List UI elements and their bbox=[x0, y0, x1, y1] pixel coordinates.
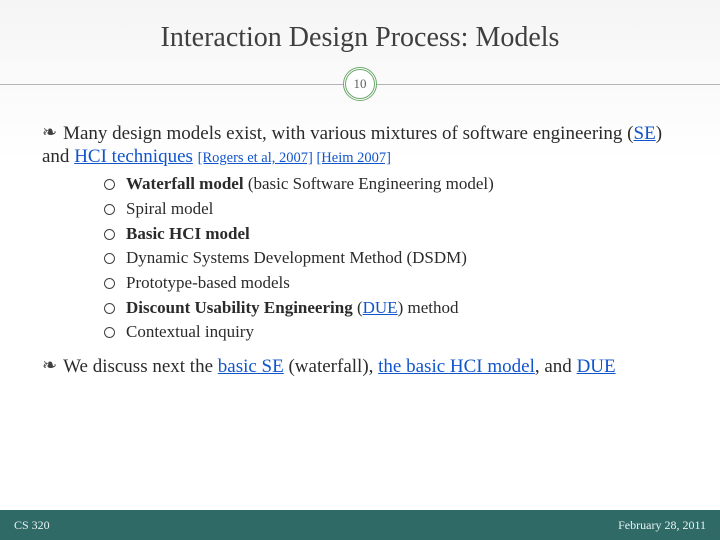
intro-text-1: Many design models exist, with various m… bbox=[63, 123, 633, 144]
link-due[interactable]: DUE bbox=[363, 298, 398, 317]
list-item: Prototype-based models bbox=[104, 271, 682, 296]
link-due-2[interactable]: DUE bbox=[577, 356, 616, 377]
li-bold: Discount Usability Engineering bbox=[126, 298, 353, 317]
page-number-badge: 10 bbox=[343, 67, 377, 101]
li-text: Spiral model bbox=[126, 199, 213, 218]
footer-bar: CS 320 February 28, 2011 bbox=[0, 510, 720, 540]
closing-text-2: (waterfall), bbox=[284, 356, 378, 377]
li-post: (basic Software Engineering model) bbox=[244, 174, 494, 193]
link-hci-techniques[interactable]: HCI techniques bbox=[74, 146, 193, 167]
link-basic-se[interactable]: basic SE bbox=[218, 356, 284, 377]
li-post2: ) method bbox=[398, 298, 459, 317]
leaf-bullet-icon: ❧ bbox=[42, 122, 57, 144]
li-text: Dynamic Systems Development Method (DSDM… bbox=[126, 248, 467, 267]
li-text: Contextual inquiry bbox=[126, 322, 254, 341]
li-post: ( bbox=[353, 298, 363, 317]
slide-body: ❧ Many design models exist, with various … bbox=[0, 122, 720, 378]
leaf-bullet-icon: ❧ bbox=[42, 355, 57, 377]
intro-paragraph: ❧ Many design models exist, with various … bbox=[42, 122, 682, 168]
list-item: Contextual inquiry bbox=[104, 320, 682, 345]
li-bold: Waterfall model bbox=[126, 174, 244, 193]
closing-text-3: , and bbox=[535, 356, 577, 377]
list-item: Basic HCI model bbox=[104, 222, 682, 247]
li-bold: Basic HCI model bbox=[126, 224, 250, 243]
closing-paragraph: ❧ We discuss next the basic SE (waterfall… bbox=[42, 355, 682, 378]
citation-heim[interactable]: [Heim 2007] bbox=[316, 150, 391, 166]
li-text: Prototype-based models bbox=[126, 273, 290, 292]
list-item: Dynamic Systems Development Method (DSDM… bbox=[104, 246, 682, 271]
list-item: Waterfall model (basic Software Engineer… bbox=[104, 172, 682, 197]
list-item: Discount Usability Engineering (DUE) met… bbox=[104, 296, 682, 321]
closing-text-1: We discuss next the bbox=[63, 356, 218, 377]
footer-date: February 28, 2011 bbox=[618, 518, 706, 533]
link-se[interactable]: SE bbox=[634, 123, 656, 144]
footer-course: CS 320 bbox=[14, 518, 50, 533]
title-divider: 10 bbox=[0, 64, 720, 104]
link-basic-hci[interactable]: the basic HCI model bbox=[378, 356, 535, 377]
list-item: Spiral model bbox=[104, 197, 682, 222]
citation-rogers[interactable]: [Rogers et al, 2007] bbox=[198, 150, 313, 166]
page-title: Interaction Design Process: Models bbox=[0, 0, 720, 64]
models-list: Waterfall model (basic Software Engineer… bbox=[42, 172, 682, 344]
